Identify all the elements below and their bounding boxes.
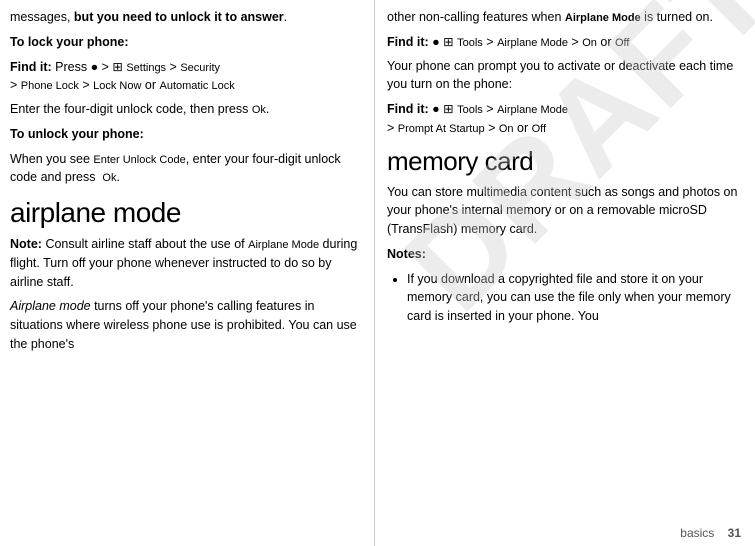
page-footer: basics 31	[680, 526, 741, 540]
intro-paragraph: messages, but you need to unlock it to a…	[10, 8, 362, 27]
memory-card-heading: memory card	[387, 146, 743, 177]
lock-findit: Find it: Press ● > ⊞ Settings > Security…	[10, 58, 362, 96]
intro-text: messages,	[10, 10, 74, 24]
airplane-mode-heading: airplane mode	[10, 197, 362, 229]
left-column: messages, but you need to unlock it to a…	[0, 0, 375, 546]
findit-label: Find it:	[10, 60, 52, 74]
italic-paragraph: Airplane mode turns off your phone's cal…	[10, 297, 362, 353]
footer-label: basics	[680, 526, 714, 540]
other-features-paragraph: other non-calling features when Airplane…	[387, 8, 743, 27]
notes-label: Notes:	[387, 245, 743, 264]
list-item: If you download a copyrighted file and s…	[407, 270, 743, 326]
intro-end: .	[284, 10, 287, 24]
lock-instruction: Enter the four-digit unlock code, then p…	[10, 100, 362, 119]
findit2: Find it: ● ⊞ Tools > Airplane Mode> Prom…	[387, 100, 743, 138]
findit1: Find it: ● ⊞ Tools > Airplane Mode > On …	[387, 33, 743, 52]
notes-list: If you download a copyrighted file and s…	[387, 270, 743, 326]
page-number: 31	[728, 526, 741, 540]
prompt-text: Your phone can prompt you to activate or…	[387, 57, 743, 95]
memory-text: You can store multimedia content such as…	[387, 183, 743, 239]
intro-bold: but you need to unlock it to answer	[74, 10, 284, 24]
note-paragraph: Note: Consult airline staff about the us…	[10, 235, 362, 291]
unlock-heading: To unlock your phone:	[10, 125, 362, 144]
lock-heading: To lock your phone:	[10, 33, 362, 52]
right-column: DRAFT other non-calling features when Ai…	[375, 0, 755, 546]
unlock-text: When you see Enter Unlock Code, enter yo…	[10, 150, 362, 188]
